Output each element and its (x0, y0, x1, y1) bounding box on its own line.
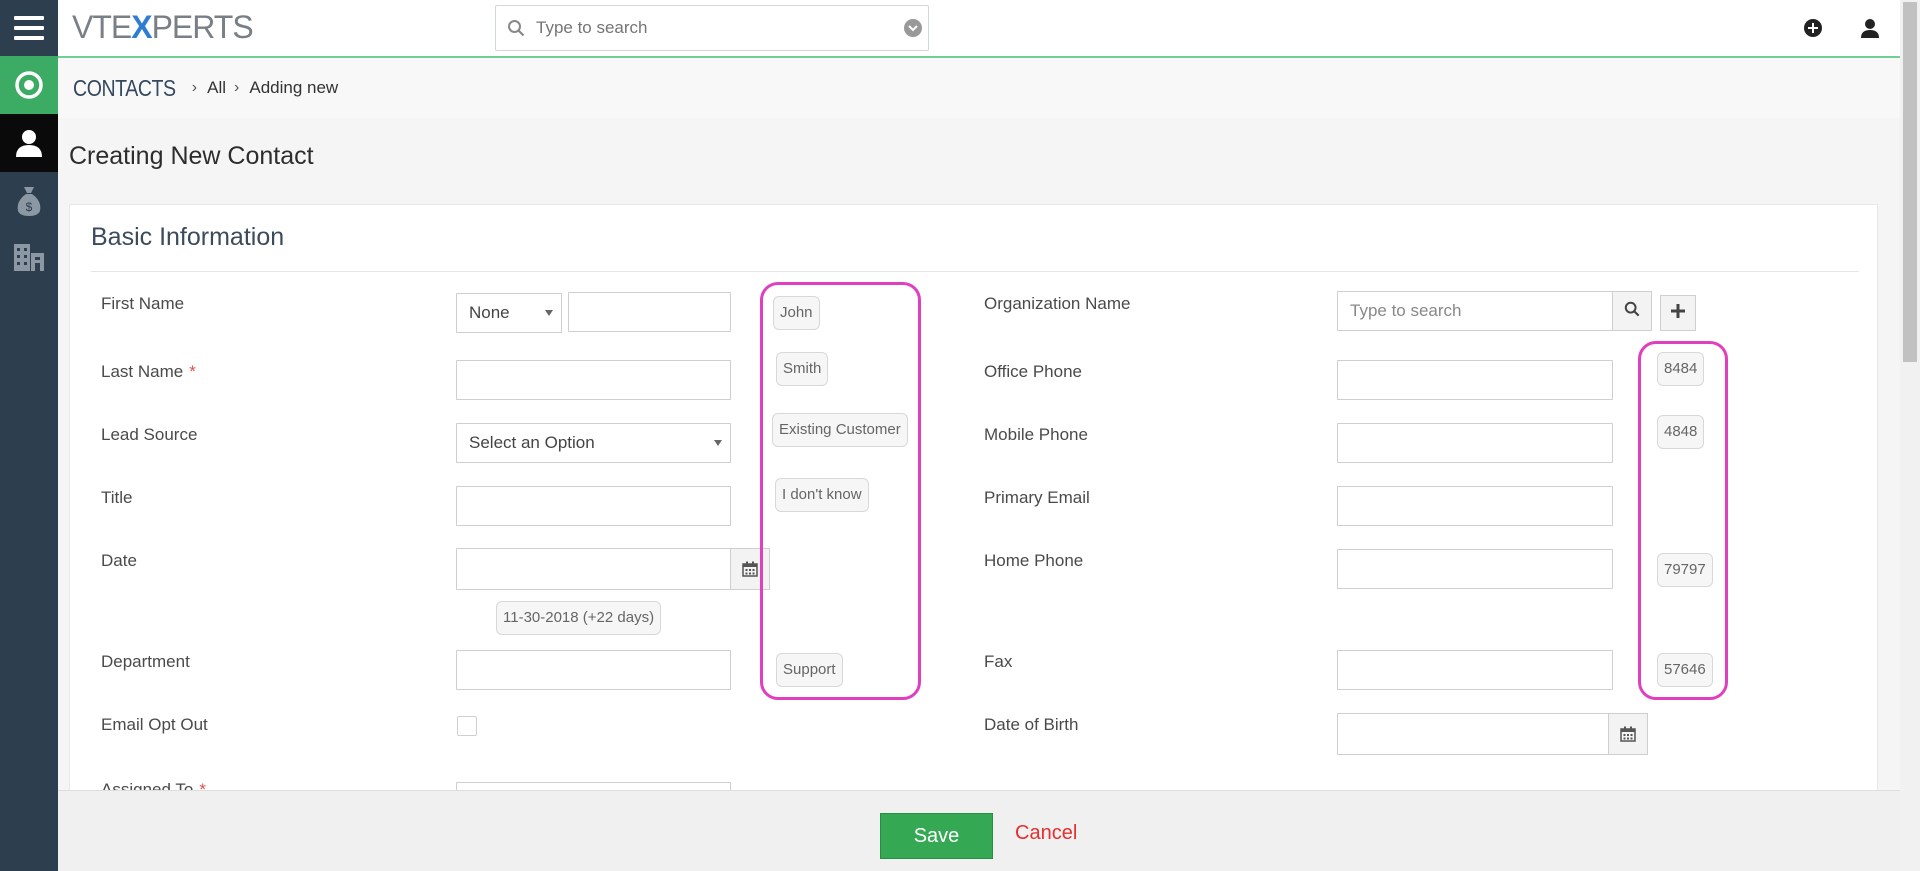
breadcrumb-current: Adding new (249, 78, 339, 97)
menu-icon[interactable] (0, 0, 58, 56)
save-button[interactable]: Save (880, 813, 993, 859)
office-phone-label: Office Phone (984, 362, 1082, 381)
lead-source-select[interactable]: Select an Option (456, 423, 731, 463)
add-organization-button[interactable] (1660, 295, 1696, 331)
first-name-label: First Name (101, 294, 185, 313)
office-phone-input[interactable] (1337, 360, 1613, 400)
top-bar: VTEXPERTS (58, 0, 1900, 58)
organization-search-button[interactable] (1612, 291, 1652, 331)
date-of-birth-input[interactable] (1337, 713, 1609, 755)
search-dropdown-icon[interactable] (898, 19, 928, 37)
last-name-label-text: Last Name (101, 362, 184, 381)
fax-label: Fax (984, 652, 1013, 671)
quick-create-icon[interactable] (1801, 16, 1825, 40)
scrollbar[interactable] (1900, 0, 1920, 871)
breadcrumb-separator-icon: › (191, 79, 198, 96)
fax-input[interactable] (1337, 650, 1613, 690)
logo-part2: PERTS (151, 9, 254, 45)
department-label: Department (101, 652, 190, 671)
salutation-select[interactable]: None (456, 293, 562, 333)
chevron-down-icon (714, 440, 722, 446)
calendar-icon[interactable] (1608, 713, 1648, 755)
contacts-icon[interactable] (0, 114, 58, 172)
plus-icon (1671, 303, 1685, 323)
salutation-value: None (469, 303, 510, 322)
main-content: Creating New Contact Basic Information F… (58, 118, 1900, 822)
global-search[interactable] (495, 5, 929, 51)
global-search-input[interactable] (536, 18, 898, 38)
section-divider (91, 271, 1859, 272)
date-hint: 11-30-2018 (+22 days) (496, 601, 662, 635)
organization-placeholder: Type to search (1350, 301, 1462, 320)
primary-email-label: Primary Email (984, 488, 1090, 507)
logo[interactable]: VTEXPERTS (72, 8, 254, 46)
primary-email-input[interactable] (1337, 486, 1613, 526)
organization-search-input[interactable]: Type to search (1337, 291, 1613, 331)
highlight-box (760, 282, 921, 700)
required-marker: * (189, 362, 196, 381)
mobile-phone-label: Mobile Phone (984, 425, 1088, 444)
date-label: Date (101, 551, 137, 570)
title-input[interactable] (456, 486, 731, 526)
scrollbar-thumb[interactable] (1903, 2, 1917, 362)
lead-source-label: Lead Source (101, 425, 198, 444)
home-phone-label: Home Phone (984, 551, 1084, 570)
home-phone-input[interactable] (1337, 549, 1613, 589)
breadcrumb-module[interactable]: CONTACTS (73, 75, 176, 102)
last-name-label: Last Name * (101, 362, 196, 382)
date-input[interactable] (456, 548, 731, 590)
search-icon (1624, 301, 1640, 322)
logo-x: X (131, 9, 152, 45)
logo-part1: VTE (72, 9, 132, 45)
lead-source-value: Select an Option (469, 433, 595, 452)
organization-icon[interactable] (0, 232, 58, 282)
date-of-birth-label: Date of Birth (984, 715, 1079, 734)
form-footer: Save Cancel (58, 790, 1900, 871)
breadcrumb-all[interactable]: All (207, 78, 226, 98)
highlight-box (1638, 341, 1728, 700)
basic-information-panel: Basic Information First Name Last Name * … (69, 204, 1878, 822)
mobile-phone-input[interactable] (1337, 423, 1613, 463)
email-opt-out-checkbox[interactable] (457, 716, 477, 736)
breadcrumb: CONTACTS › All › Adding new (58, 58, 1900, 118)
page-title: Creating New Contact (69, 142, 314, 170)
title-label: Title (101, 488, 133, 507)
svg-text:$: $ (26, 200, 33, 214)
section-title: Basic Information (91, 223, 285, 251)
sidebar: $ (0, 0, 58, 871)
chevron-down-icon (545, 310, 553, 316)
search-icon (496, 19, 536, 37)
home-icon[interactable] (0, 56, 58, 114)
breadcrumb-separator-icon: › (234, 79, 240, 96)
user-profile-icon[interactable] (1858, 16, 1882, 40)
email-opt-out-label: Email Opt Out (101, 715, 208, 734)
last-name-input[interactable] (456, 360, 731, 400)
department-input[interactable] (456, 650, 731, 690)
cancel-link[interactable]: Cancel (1015, 822, 1077, 845)
money-bag-icon[interactable]: $ (0, 176, 58, 226)
first-name-input[interactable] (568, 292, 731, 332)
organization-name-label: Organization Name (984, 294, 1131, 313)
